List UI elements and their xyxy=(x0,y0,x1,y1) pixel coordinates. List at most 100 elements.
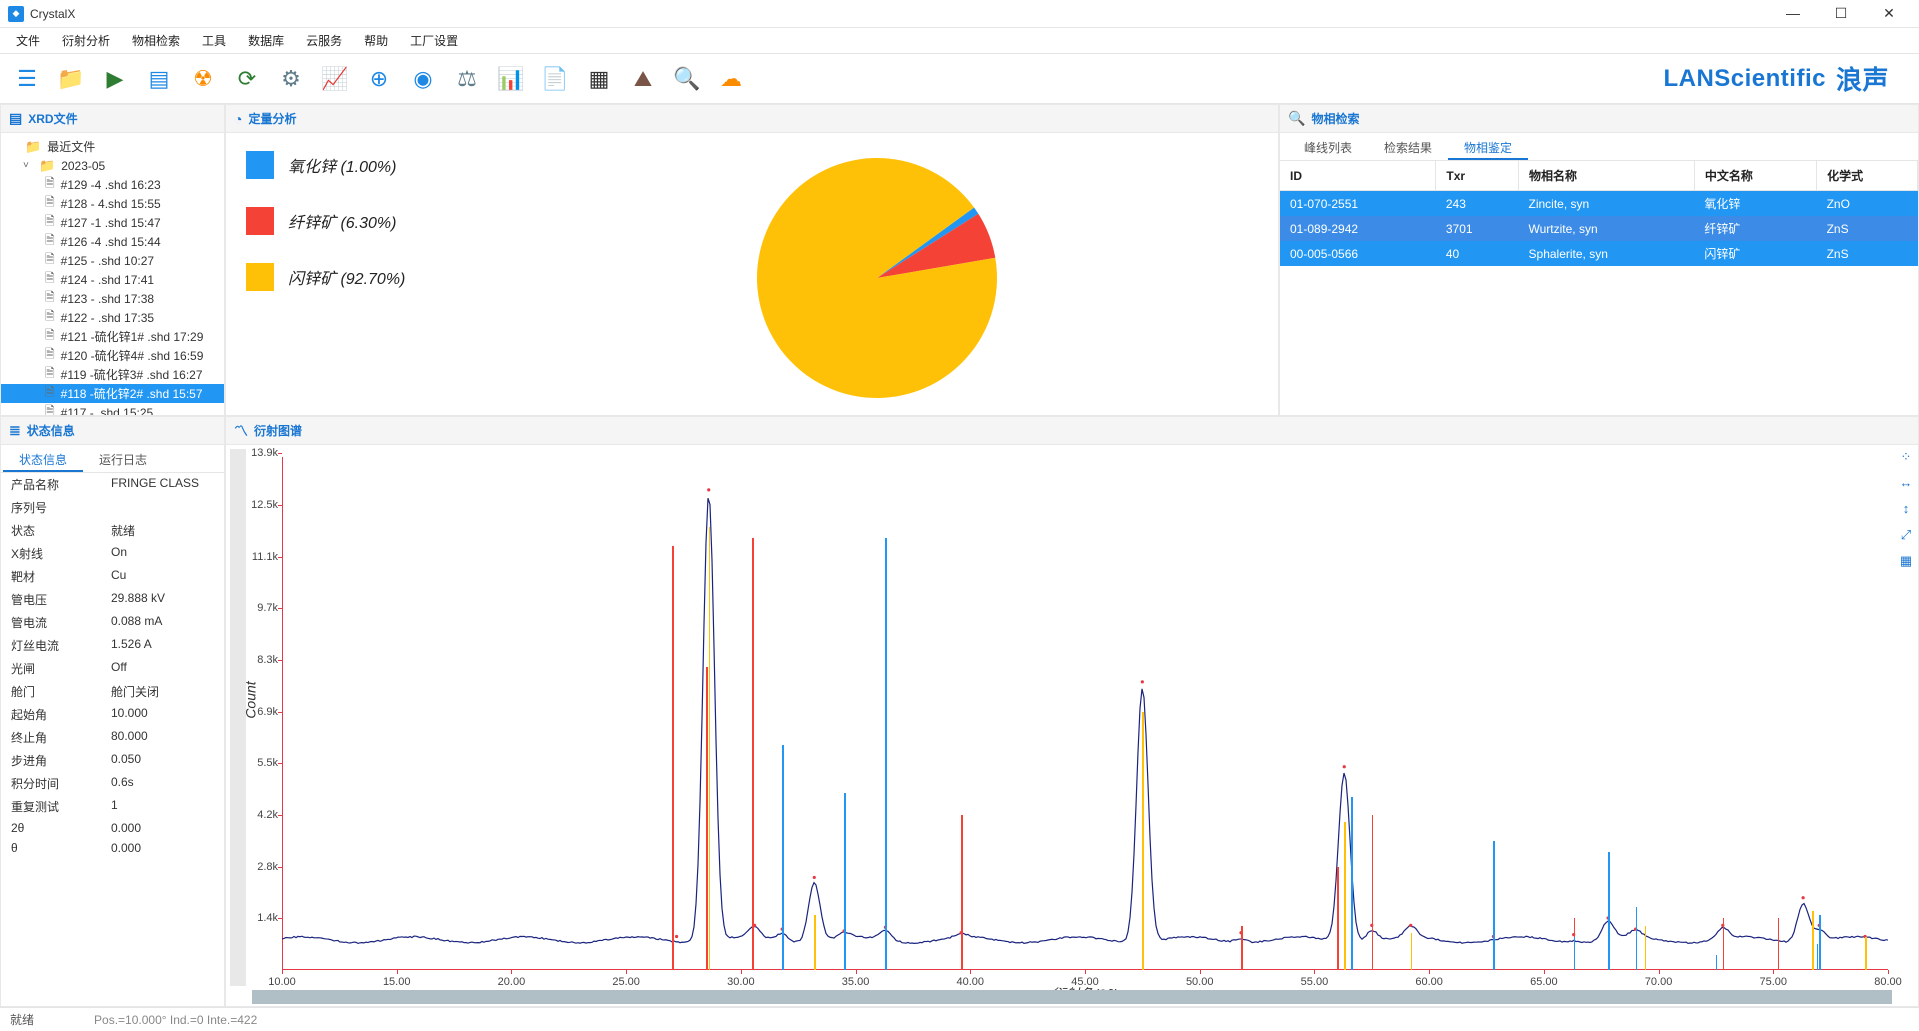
chart-icon[interactable]: 📈 xyxy=(318,62,352,96)
gear-icon[interactable]: ⚙ xyxy=(274,62,308,96)
reference-peak xyxy=(1812,911,1814,970)
table-row[interactable]: 00-005-056640Sphalerite, syn闪锌矿ZnS xyxy=(1280,241,1918,266)
column-header[interactable]: 化学式 xyxy=(1817,161,1918,191)
maximize-button[interactable]: ☐ xyxy=(1827,5,1855,22)
balance-icon[interactable]: ⚖ xyxy=(450,62,484,96)
folder-icon: 📁 xyxy=(25,139,41,155)
app-icon: ◆ xyxy=(8,6,24,22)
trend-icon[interactable]: 📊 xyxy=(494,62,528,96)
x-tick: 65.00 xyxy=(1530,976,1558,988)
file-item[interactable]: 🗎#126 -4 .shd 15:44 xyxy=(1,232,224,251)
table-row[interactable]: 01-070-2551243Zincite, syn氧化锌ZnO xyxy=(1280,191,1918,217)
tool-expand-v-icon[interactable]: ↕ xyxy=(1896,501,1916,521)
reference-peak xyxy=(961,815,963,970)
menu-工具[interactable]: 工具 xyxy=(192,29,236,52)
spectrum-panel: 〽衍射图谱 Count 衍射角(2θ) 1.4k2.8k4.2k5.5k6.9k… xyxy=(225,416,1919,1007)
file-icon: 🗎 xyxy=(45,326,55,347)
pie-legend: 氧化锌 (1.00%)纤锌矿 (6.30%)闪锌矿 (92.70%) xyxy=(246,151,496,405)
menu-衍射分析[interactable]: 衍射分析 xyxy=(52,29,120,52)
folder-icon[interactable]: 📁 xyxy=(54,62,88,96)
y-tick: 8.3k xyxy=(242,654,278,666)
status-row: θ0.000 xyxy=(1,838,224,858)
reference-peak xyxy=(1337,867,1339,970)
reference-peak xyxy=(814,915,816,970)
tab-运行日志[interactable]: 运行日志 xyxy=(83,445,163,472)
file-item[interactable]: 🗎#124 - .shd 17:41 xyxy=(1,270,224,289)
reference-peak xyxy=(1865,937,1867,970)
status-row: 重复测试1 xyxy=(1,795,224,818)
file-item[interactable]: 🗎#129 -4 .shd 16:23 xyxy=(1,175,224,194)
y-tick: 13.9k xyxy=(242,447,278,459)
quant-panel-title: 定量分析 xyxy=(248,110,296,127)
status-row: 产品名称FRINGE CLASS xyxy=(1,473,224,496)
files-panel-title: XRD文件 xyxy=(28,110,77,127)
menu-数据库[interactable]: 数据库 xyxy=(238,29,294,52)
file-item[interactable]: 🗎#118 -硫化锌2# .shd 15:57 xyxy=(1,384,224,403)
tree-root[interactable]: 📁最近文件 xyxy=(1,137,224,156)
menu-icon[interactable]: ☰ xyxy=(10,62,44,96)
list-icon[interactable]: ▤ xyxy=(142,62,176,96)
target-icon[interactable]: ⊕ xyxy=(362,62,396,96)
files-panel: ▤ XRD文件 📁最近文件˅📁2023-05🗎#129 -4 .shd 16:23… xyxy=(0,104,225,416)
tool-dots-icon[interactable]: ⁘ xyxy=(1896,449,1916,469)
file-icon: 🗎 xyxy=(45,364,55,385)
tab-物相鉴定[interactable]: 物相鉴定 xyxy=(1448,133,1528,160)
calendar-icon[interactable]: ▦ xyxy=(582,62,616,96)
reference-peak xyxy=(706,667,708,970)
file-icon: 🗎 xyxy=(45,383,55,404)
menu-文件[interactable]: 文件 xyxy=(6,29,50,52)
reference-peak xyxy=(1493,841,1495,970)
status-row: 终止角80.000 xyxy=(1,726,224,749)
file-icon: 🗎 xyxy=(45,307,55,328)
column-header[interactable]: 物相名称 xyxy=(1519,161,1695,191)
file-item[interactable]: 🗎#127 -1 .shd 15:47 xyxy=(1,213,224,232)
file-item[interactable]: 🗎#128 - 4.shd 15:55 xyxy=(1,194,224,213)
mountain-icon[interactable]: ⛰ xyxy=(626,62,660,96)
minimize-button[interactable]: — xyxy=(1779,5,1807,22)
tab-状态信息[interactable]: 状态信息 xyxy=(3,445,83,472)
status-row: 靶材Cu xyxy=(1,565,224,588)
search-stats-icon[interactable]: 🔍 xyxy=(670,62,704,96)
cloud-db-icon[interactable]: ☁ xyxy=(714,62,748,96)
horizontal-scrollbar[interactable] xyxy=(252,990,1892,1004)
chevron-down-icon: ˅ xyxy=(23,160,33,171)
menu-帮助[interactable]: 帮助 xyxy=(354,29,398,52)
menu-工厂设置[interactable]: 工厂设置 xyxy=(400,29,468,52)
menubar: 文件衍射分析物相检索工具数据库云服务帮助工厂设置 xyxy=(0,28,1919,54)
menu-云服务[interactable]: 云服务 xyxy=(296,29,352,52)
file-list-icon: ▤ xyxy=(9,110,22,127)
table-row[interactable]: 01-089-29423701Wurtzite, syn纤锌矿ZnS xyxy=(1280,216,1918,241)
file-item[interactable]: 🗎#120 -硫化锌4# .shd 16:59 xyxy=(1,346,224,365)
tool-zoom-icon[interactable]: ⤢ xyxy=(1896,527,1916,547)
menu-物相检索[interactable]: 物相检索 xyxy=(122,29,190,52)
pie-icon: ◔ xyxy=(234,111,242,127)
close-button[interactable]: ✕ xyxy=(1875,5,1903,22)
file-item[interactable]: 🗎#123 - .shd 17:38 xyxy=(1,289,224,308)
column-header[interactable]: ID xyxy=(1280,161,1436,191)
x-tick: 40.00 xyxy=(957,976,985,988)
fingerprint-icon[interactable]: ◉ xyxy=(406,62,440,96)
play-icon[interactable]: ▶ xyxy=(98,62,132,96)
file-icon: 🗎 xyxy=(45,345,55,366)
reference-peak xyxy=(1778,918,1780,970)
document-icon[interactable]: 📄 xyxy=(538,62,572,96)
tool-expand-h-icon[interactable]: ↔ xyxy=(1896,475,1916,495)
file-tree[interactable]: 📁最近文件˅📁2023-05🗎#129 -4 .shd 16:23🗎#128 -… xyxy=(1,133,224,415)
file-item[interactable]: 🗎#125 - .shd 10:27 xyxy=(1,251,224,270)
refresh-icon[interactable]: ⟳ xyxy=(230,62,264,96)
column-header[interactable]: Txr xyxy=(1436,161,1519,191)
file-item[interactable]: 🗎#119 -硫化锌3# .shd 16:27 xyxy=(1,365,224,384)
tree-folder[interactable]: ˅📁2023-05 xyxy=(1,156,224,175)
file-item[interactable]: 🗎#121 -硫化锌1# .shd 17:29 xyxy=(1,327,224,346)
column-header[interactable]: 中文名称 xyxy=(1694,161,1816,191)
file-item[interactable]: 🗎#122 - .shd 17:35 xyxy=(1,308,224,327)
tab-检索结果[interactable]: 检索结果 xyxy=(1368,133,1448,160)
x-tick: 70.00 xyxy=(1645,976,1673,988)
diffraction-chart[interactable]: Count 衍射角(2θ) 1.4k2.8k4.2k5.5k6.9k8.3k9.… xyxy=(282,457,1888,970)
titlebar: ◆ CrystalX — ☐ ✕ xyxy=(0,0,1919,28)
reference-peak xyxy=(1608,852,1610,970)
tab-峰线列表[interactable]: 峰线列表 xyxy=(1288,133,1368,160)
radiation-icon[interactable]: ☢ xyxy=(186,62,220,96)
tool-grid-icon[interactable]: ▦ xyxy=(1896,553,1916,573)
file-item[interactable]: 🗎#117 - .shd 15:25 xyxy=(1,403,224,415)
